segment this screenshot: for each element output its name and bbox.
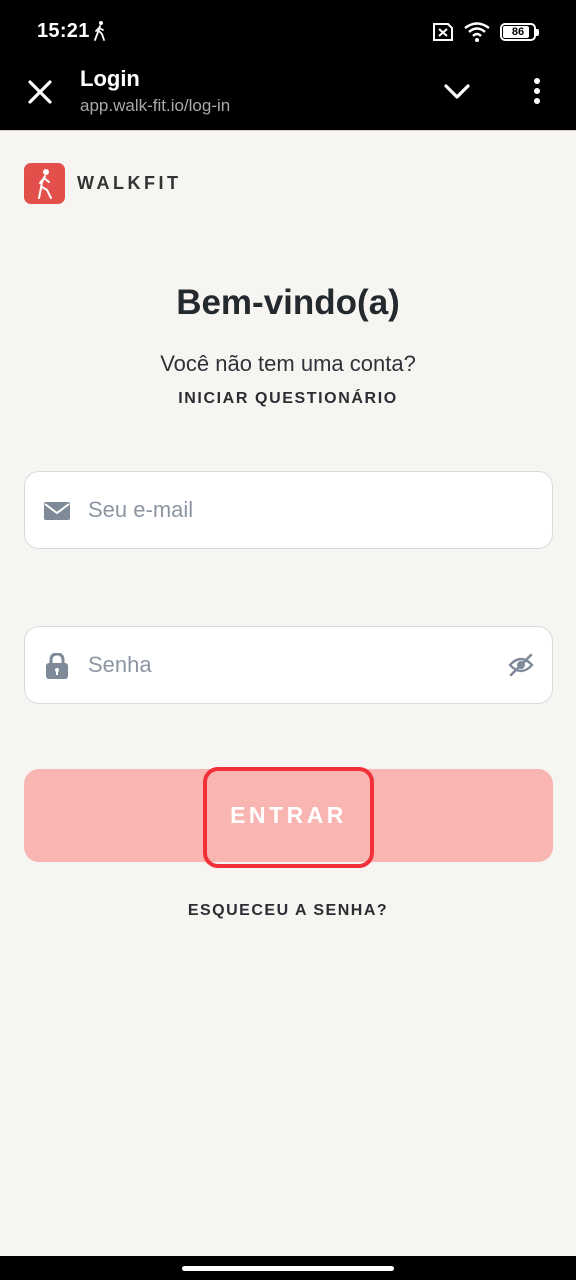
brand-header: WALKFIT <box>24 163 181 204</box>
walkfit-logo <box>24 163 65 204</box>
email-field[interactable] <box>24 471 553 549</box>
status-bar: 15:21 86 <box>0 0 576 62</box>
no-sim-icon <box>433 23 453 41</box>
browser-toolbar: Login app.walk-fit.io/log-in <box>0 62 576 130</box>
email-input[interactable] <box>88 472 488 548</box>
page-title: Login <box>80 66 140 91</box>
forgot-password-link[interactable]: ESQUECEU A SENHA? <box>0 902 576 920</box>
password-field[interactable] <box>24 626 553 704</box>
lock-icon <box>46 653 68 679</box>
brand-name: WALKFIT <box>77 173 182 193</box>
battery-indicator: 86 <box>500 23 539 41</box>
chevron-down-icon[interactable] <box>440 76 474 106</box>
welcome-heading: Bem-vindo(a) <box>176 283 400 322</box>
more-options-icon[interactable] <box>526 74 548 110</box>
password-input[interactable] <box>88 627 488 703</box>
navigation-bar <box>0 1256 576 1280</box>
envelope-icon <box>44 502 70 520</box>
highlight-box <box>203 767 374 868</box>
status-time: 15:21 <box>37 20 90 42</box>
walking-icon <box>94 21 105 41</box>
eye-off-icon[interactable] <box>508 653 534 677</box>
no-account-text: Você não tem uma conta? <box>160 351 416 376</box>
close-icon[interactable] <box>22 74 58 110</box>
wifi-icon <box>464 22 490 42</box>
battery-percentage: 86 <box>511 26 525 38</box>
page-url: app.walk-fit.io/log-in <box>80 96 231 115</box>
start-quiz-link[interactable]: INICIAR QUESTIONÁRIO <box>0 390 576 408</box>
walking-woman-icon <box>37 168 52 199</box>
toolbar-divider <box>0 130 576 131</box>
home-gesture-handle[interactable] <box>182 1266 394 1271</box>
